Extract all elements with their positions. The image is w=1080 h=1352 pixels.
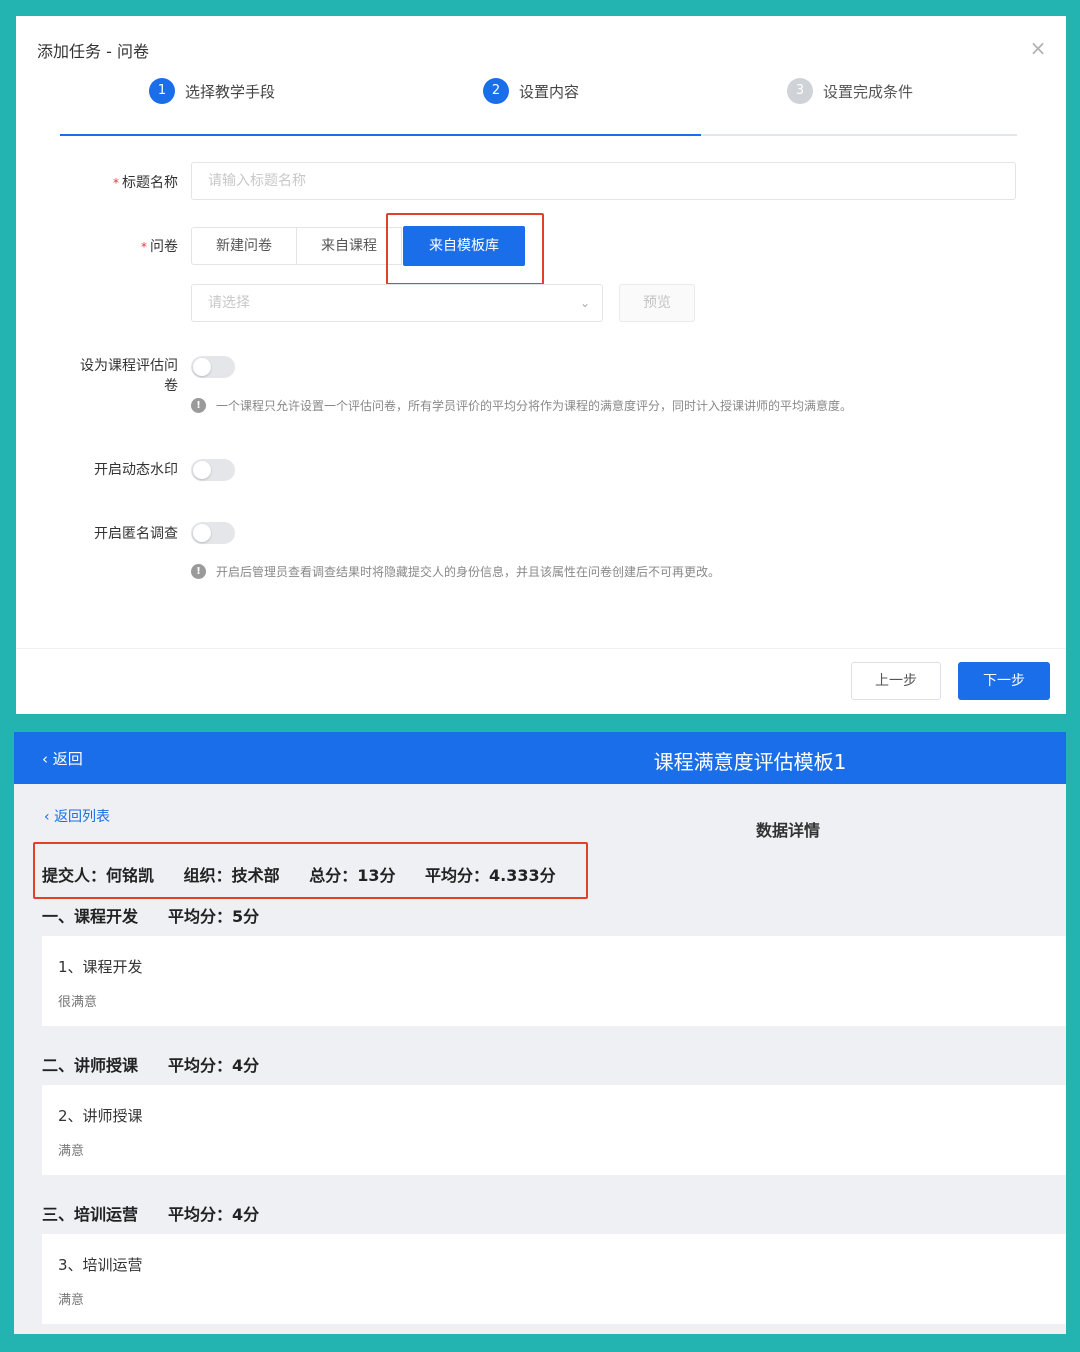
prev-step-button[interactable]: 上一步 — [851, 662, 941, 700]
question-text: 1、课程开发 — [58, 958, 143, 976]
anonymous-toggle[interactable] — [191, 522, 235, 544]
summary-highlight-box — [33, 842, 588, 899]
question-card: 3、培训运营 满意 — [42, 1234, 1066, 1324]
step-3: 3 设置完成条件 — [787, 78, 913, 104]
data-detail-title: 数据详情 — [756, 821, 821, 840]
step-progress-fill — [60, 134, 702, 136]
info-icon: ! — [191, 398, 206, 413]
footer-divider — [16, 648, 1066, 649]
template-highlight-box — [386, 213, 544, 285]
add-task-dialog: 添加任务 - 问卷 × 1 选择教学手段 2 设置内容 3 设置完成条件 * 标题… — [16, 16, 1066, 714]
data-detail-panel: ‹ 返回 课程满意度评估模板1 ‹ 返回列表 数据详情 提交人：何铭凯 组织：技… — [14, 732, 1066, 1334]
course-eval-tip: ! 一个课程只允许设置一个评估问卷，所有学员评价的平均分将作为课程的满意度评分，… — [191, 397, 852, 414]
close-icon[interactable]: × — [1026, 36, 1050, 60]
question-text: 2、讲师授课 — [58, 1107, 143, 1125]
info-icon: ! — [191, 564, 206, 579]
questionnaire-label: * 问卷 — [141, 239, 178, 255]
anonymous-tip: ! 开启后管理员查看调查结果时将隐藏提交人的身份信息，并且该属性在问卷创建后不可… — [191, 563, 720, 580]
anonymous-tip-text: 开启后管理员查看调查结果时将隐藏提交人的身份信息，并且该属性在问卷创建后不可再更… — [216, 565, 721, 579]
step-1: 1 选择教学手段 — [149, 78, 275, 104]
template-select-placeholder: 请选择 — [208, 295, 250, 311]
question-card: 1、课程开发 很满意 — [42, 936, 1066, 1026]
course-eval-tip-text: 一个课程只允许设置一个评估问卷，所有学员评价的平均分将作为课程的满意度评分，同时… — [216, 399, 853, 413]
section-head: 二、讲师授课 平均分：4分 — [42, 1056, 260, 1075]
step-3-number: 3 — [787, 78, 813, 104]
step-1-number: 1 — [149, 78, 175, 104]
next-step-button[interactable]: 下一步 — [958, 662, 1050, 700]
answer-text: 满意 — [58, 1144, 85, 1159]
page-title: 课程满意度评估模板1 — [653, 750, 847, 774]
step-2: 2 设置内容 — [483, 78, 579, 104]
question-card: 2、讲师授课 满意 — [42, 1085, 1066, 1175]
step-progress-track — [60, 134, 1017, 136]
title-input[interactable] — [191, 162, 1016, 200]
title-field-label: * 标题名称 — [113, 175, 178, 191]
course-eval-toggle[interactable] — [191, 356, 235, 378]
back-to-list-link[interactable]: ‹ 返回列表 — [44, 806, 110, 826]
preview-button[interactable]: 预览 — [619, 284, 695, 322]
watermark-label: 开启动态水印 — [94, 462, 178, 478]
answer-text: 满意 — [58, 1293, 85, 1308]
back-button[interactable]: ‹ 返回 — [42, 748, 83, 769]
template-select[interactable]: 请选择 ⌄ — [191, 284, 603, 322]
chevron-down-icon: ⌄ — [579, 296, 590, 310]
course-eval-label: 设为课程评估问 卷 — [80, 358, 178, 394]
step-1-label: 选择教学手段 — [185, 82, 276, 101]
section-head: 一、课程开发 平均分：5分 — [42, 907, 260, 926]
watermark-toggle[interactable] — [191, 459, 235, 481]
section-head: 三、培训运营 平均分：4分 — [42, 1205, 260, 1224]
anonymous-label: 开启匿名调查 — [94, 526, 178, 542]
question-text: 3、培训运营 — [58, 1256, 143, 1274]
new-questionnaire-tab[interactable]: 新建问卷 — [191, 227, 297, 265]
step-2-number: 2 — [483, 78, 509, 104]
answer-text: 很满意 — [58, 995, 98, 1010]
step-3-label: 设置完成条件 — [823, 82, 914, 101]
step-2-label: 设置内容 — [519, 82, 580, 101]
dialog-title: 添加任务 - 问卷 — [37, 42, 149, 61]
header-bar: ‹ 返回 课程满意度评估模板1 — [14, 732, 1066, 784]
